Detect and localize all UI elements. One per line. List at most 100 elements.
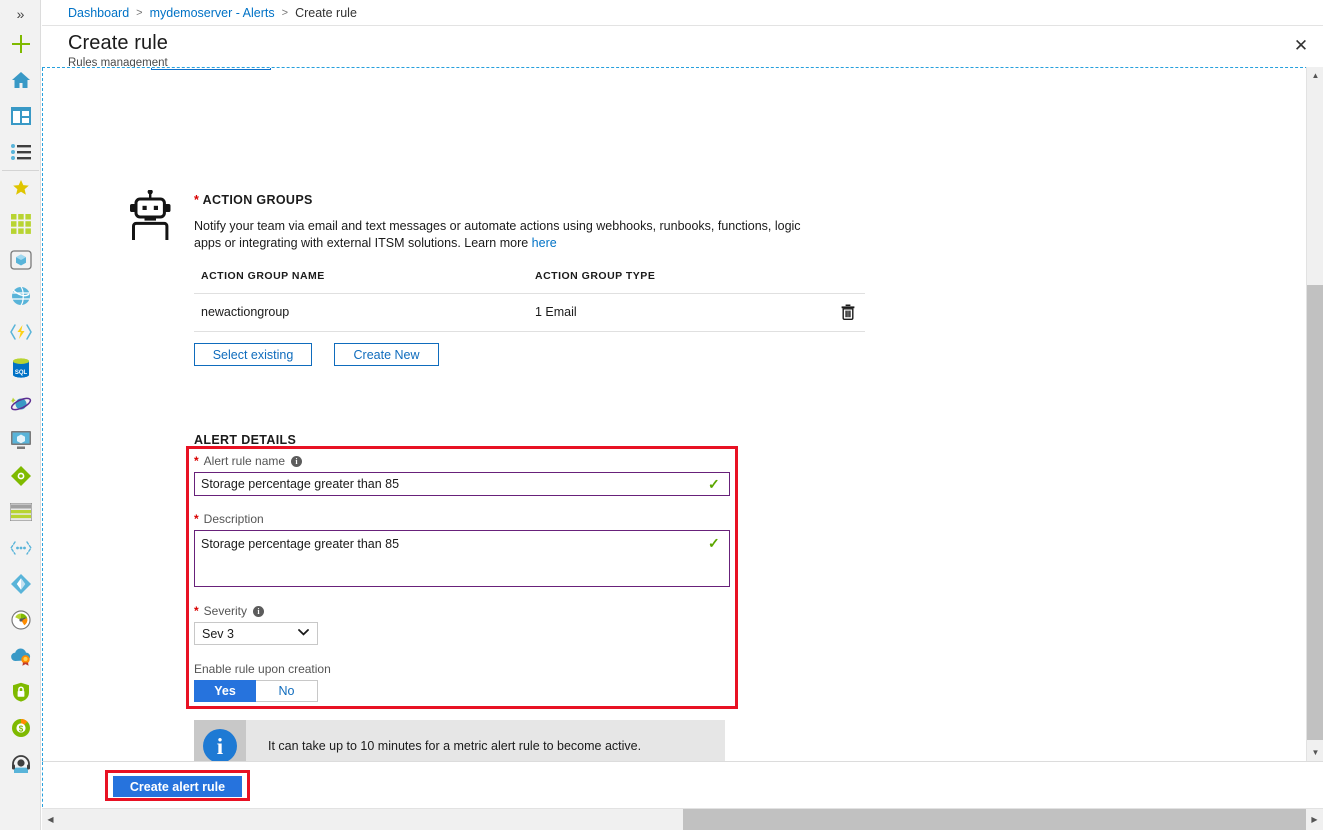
required-marker: *	[194, 512, 199, 526]
description-textarea[interactable]	[194, 530, 730, 587]
sql-database-icon: SQL	[12, 358, 30, 378]
horizontal-scrollbar-thumb[interactable]	[683, 809, 1306, 830]
action-groups-heading-label: ACTION GROUPS	[202, 193, 313, 207]
scroll-down-arrow-icon[interactable]: ▼	[1307, 744, 1323, 761]
severity-selected-value: Sev 3	[202, 627, 234, 641]
dashboard-icon	[10, 107, 31, 125]
svg-text:SQL: SQL	[14, 370, 27, 376]
sidebar-item-all-services[interactable]	[0, 134, 41, 170]
blade-footer: Create alert rule	[42, 761, 1323, 807]
select-existing-button[interactable]: Select existing	[194, 343, 312, 366]
create-alert-rule-button[interactable]: Create alert rule	[113, 776, 242, 797]
required-marker: *	[194, 193, 200, 207]
trash-icon[interactable]	[837, 300, 859, 324]
storage-icon	[9, 503, 32, 521]
rail-icon-list: SQL $	[0, 26, 41, 782]
horizontal-scrollbar[interactable]: ◀ ▶	[42, 808, 1323, 830]
vertical-scrollbar-thumb[interactable]	[1307, 285, 1323, 740]
sidebar-item-dashboard[interactable]	[0, 98, 41, 134]
required-marker: *	[194, 604, 199, 618]
enable-rule-yes-option[interactable]: Yes	[194, 680, 256, 702]
vertical-scrollbar[interactable]: ▲ ▼	[1306, 67, 1323, 761]
azure-portal-window: » SQL $ Dashboard > mydemoserver - Alert…	[0, 0, 1323, 830]
alert-rule-name-label-text: Alert rule name	[203, 454, 286, 468]
breadcrumb-separator: >	[136, 6, 143, 19]
home-icon	[11, 70, 31, 90]
info-banner-message: It can take up to 10 minutes for a metri…	[268, 739, 642, 753]
sidebar-item-azure-active-directory[interactable]	[0, 566, 41, 602]
severity-label: * Severity i	[194, 604, 265, 618]
sidebar-item-resource-groups[interactable]	[0, 242, 41, 278]
headset-icon	[11, 754, 31, 774]
breadcrumb-item-alerts[interactable]: mydemoserver - Alerts	[150, 6, 275, 20]
cosmos-db-icon	[9, 394, 32, 414]
sidebar-item-storage-accounts[interactable]	[0, 494, 41, 530]
star-icon	[12, 179, 30, 197]
plus-icon	[10, 33, 32, 55]
sidebar-item-monitor[interactable]	[0, 602, 41, 638]
monitor-gauge-icon	[10, 610, 31, 630]
sidebar-item-cost-management[interactable]: $	[0, 710, 41, 746]
create-new-button[interactable]: Create New	[334, 343, 439, 366]
list-icon	[10, 144, 31, 160]
severity-label-text: Severity	[203, 604, 248, 618]
enable-rule-toggle: Yes No	[194, 680, 318, 702]
description-label: * Description	[194, 512, 264, 526]
alert-rule-name-input[interactable]	[194, 472, 730, 496]
scroll-left-arrow-icon[interactable]: ◀	[42, 809, 59, 830]
blade-content-inner: * ACTION GROUPS Notify your team via ema…	[42, 68, 1300, 761]
severity-select[interactable]: Sev 3	[194, 622, 318, 645]
info-banner-icon-cell: i	[194, 720, 246, 761]
bolt-icon	[9, 322, 32, 342]
svg-text:$: $	[18, 724, 23, 733]
info-icon[interactable]: i	[291, 455, 303, 467]
info-icon[interactable]: i	[253, 605, 265, 617]
blade-footer-inner: Create alert rule	[42, 762, 1300, 807]
cell-action-group-name: newactiongroup	[201, 305, 290, 319]
action-groups-heading: * ACTION GROUPS	[194, 193, 313, 207]
sidebar-item-app-services[interactable]	[0, 278, 41, 314]
sidebar-item-create-resource[interactable]	[0, 26, 41, 62]
left-navigation-rail: » SQL $	[0, 0, 41, 830]
blade-header: Create rule Rules management ✕	[42, 26, 1323, 69]
page-title: Create rule	[68, 32, 169, 54]
advisor-cloud-icon	[10, 646, 32, 666]
sidebar-item-home[interactable]	[0, 62, 41, 98]
sidebar-item-load-balancers[interactable]	[0, 458, 41, 494]
cell-action-group-type: 1 Email	[535, 305, 577, 319]
scroll-up-arrow-icon[interactable]: ▲	[1307, 67, 1323, 84]
learn-more-link[interactable]: here	[532, 236, 557, 250]
load-balancer-icon	[10, 466, 31, 486]
breadcrumb-item-dashboard[interactable]: Dashboard	[68, 6, 129, 20]
sidebar-item-advisor[interactable]	[0, 638, 41, 674]
active-directory-icon	[10, 574, 31, 594]
chevron-down-icon	[298, 627, 309, 639]
alert-details-heading: ALERT DETAILS	[194, 433, 297, 447]
sidebar-item-virtual-networks[interactable]	[0, 530, 41, 566]
enable-rule-no-option[interactable]: No	[256, 680, 318, 702]
sidebar-item-help-and-support[interactable]	[0, 746, 41, 782]
sidebar-item-virtual-machines[interactable]	[0, 422, 41, 458]
description-label-text: Description	[203, 512, 264, 526]
sidebar-item-sql-databases[interactable]: SQL	[0, 350, 41, 386]
scroll-right-arrow-icon[interactable]: ▶	[1306, 809, 1323, 830]
sidebar-item-function-apps[interactable]	[0, 314, 41, 350]
breadcrumb: Dashboard > mydemoserver - Alerts > Crea…	[42, 0, 1323, 26]
table-row[interactable]: newactiongroup 1 Email	[194, 294, 865, 332]
blade-content-area: * ACTION GROUPS Notify your team via ema…	[42, 67, 1323, 761]
column-header-action-group-name: ACTION GROUP NAME	[201, 270, 325, 282]
action-groups-buttons: Select existing Create New	[194, 343, 439, 366]
enable-rule-label: Enable rule upon creation	[194, 662, 331, 676]
sidebar-item-all-resources[interactable]	[0, 206, 41, 242]
scrolled-off-button[interactable]	[151, 68, 271, 70]
table-header-row: ACTION GROUP NAME ACTION GROUP TYPE	[194, 266, 865, 294]
sidebar-item-security-center[interactable]	[0, 674, 41, 710]
cost-pie-icon: $	[11, 718, 31, 738]
breadcrumb-item-create-rule: Create rule	[295, 5, 357, 20]
action-groups-table: ACTION GROUP NAME ACTION GROUP TYPE newa…	[194, 266, 865, 332]
close-icon[interactable]: ✕	[1286, 30, 1316, 60]
rail-collapse-button[interactable]: »	[0, 2, 41, 26]
shield-icon	[12, 682, 30, 702]
sidebar-item-favorites[interactable]	[0, 170, 41, 206]
sidebar-item-azure-cosmos-db[interactable]	[0, 386, 41, 422]
